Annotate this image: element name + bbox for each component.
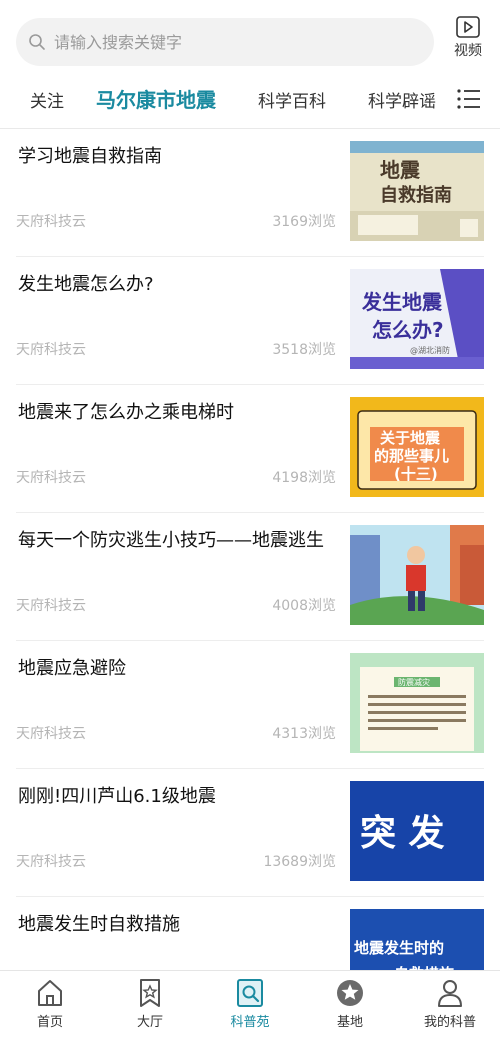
menu-icon[interactable] bbox=[456, 86, 482, 112]
article-source: 天府科技云 bbox=[16, 214, 86, 230]
thumb-text: (十三) bbox=[394, 465, 438, 483]
list-item[interactable]: 学习地震自救指南 天府科技云 3169浏览 地震 自救指南 bbox=[16, 129, 484, 257]
article-title: 每天一个防灾逃生小技巧——地震逃生 bbox=[18, 530, 324, 551]
list-item[interactable]: 地震应急避险 天府科技云 4313浏览 防震减灾 bbox=[16, 641, 484, 769]
nav-label: 首页 bbox=[36, 1015, 63, 1030]
article-views: 4008浏览 bbox=[272, 598, 336, 614]
article-source: 天府科技云 bbox=[16, 726, 86, 742]
tab-science-rumor[interactable]: 科学辟谣 bbox=[368, 87, 436, 112]
list-item[interactable]: 发生地震怎么办? 天府科技云 3518浏览 发生地震 怎么办? @湖北消防 bbox=[16, 257, 484, 385]
top-bar: 视频 bbox=[0, 0, 500, 72]
article-title: 地震来了怎么办之乘电梯时 bbox=[18, 402, 234, 423]
article-views: 3169浏览 bbox=[272, 214, 336, 230]
star-circle-icon bbox=[337, 980, 363, 1006]
article-source: 天府科技云 bbox=[16, 854, 86, 870]
article-title: 学习地震自救指南 bbox=[18, 146, 162, 167]
nav-label: 科普苑 bbox=[230, 1015, 270, 1030]
thumb-text: @湖北消防 bbox=[410, 345, 450, 355]
article-thumbnail: 关于地震 的那些事儿 (十三) bbox=[350, 397, 484, 497]
article-thumbnail: 发生地震 怎么办? @湖北消防 bbox=[350, 269, 484, 369]
nav-label: 基地 bbox=[336, 1015, 363, 1030]
tab-science-encyclopedia[interactable]: 科学百科 bbox=[258, 87, 326, 112]
nav-my-science[interactable]: 我的科普 bbox=[410, 977, 490, 1039]
nav-hall[interactable]: 大厅 bbox=[110, 977, 190, 1039]
search-icon bbox=[28, 33, 46, 51]
article-thumbnail: 防震减灾 bbox=[350, 653, 484, 753]
article-source: 天府科技云 bbox=[16, 470, 86, 486]
nav-label: 我的科普 bbox=[423, 1015, 476, 1030]
home-icon bbox=[38, 980, 62, 1006]
article-thumbnail bbox=[350, 525, 484, 625]
nav-label: 大厅 bbox=[136, 1015, 163, 1030]
thumb-text: 防震减灾 bbox=[398, 677, 430, 687]
thumb-text: 突 发 bbox=[360, 813, 445, 854]
thumb-text: 地震发生时的 bbox=[354, 939, 444, 957]
article-source: 天府科技云 bbox=[16, 342, 86, 358]
list-item[interactable]: 刚刚!四川芦山6.1级地震 天府科技云 13689浏览 突 发 bbox=[16, 769, 484, 897]
article-title: 发生地震怎么办? bbox=[18, 274, 154, 295]
category-tabs: 关注 马尔康市地震 科学百科 科学辟谣 bbox=[0, 72, 500, 129]
tab-markang-earthquake[interactable]: 马尔康市地震 bbox=[96, 84, 216, 113]
search-input[interactable] bbox=[52, 31, 416, 53]
article-title: 地震发生时自救措施 bbox=[18, 914, 180, 935]
video-label: 视频 bbox=[454, 43, 482, 59]
thumb-text: 的那些事儿 bbox=[374, 447, 449, 465]
user-icon bbox=[438, 980, 462, 1007]
thumb-text: 发生地震 bbox=[361, 290, 443, 314]
bookmark-star-icon bbox=[140, 979, 160, 1007]
thumb-text: 地震 bbox=[380, 158, 421, 182]
video-play-icon bbox=[456, 16, 480, 38]
article-thumbnail: 突 发 bbox=[350, 781, 484, 881]
list-item[interactable]: 地震来了怎么办之乘电梯时 天府科技云 4198浏览 关于地震 的那些事儿 (十三… bbox=[16, 385, 484, 513]
article-views: 4313浏览 bbox=[272, 726, 336, 742]
book-search-icon bbox=[237, 979, 263, 1007]
nav-home[interactable]: 首页 bbox=[10, 977, 90, 1039]
tab-follow[interactable]: 关注 bbox=[30, 87, 64, 112]
search-bar[interactable] bbox=[16, 18, 434, 66]
article-title: 刚刚!四川芦山6.1级地震 bbox=[18, 786, 216, 807]
thumb-text: 怎么办? bbox=[372, 318, 444, 342]
article-source: 天府科技云 bbox=[16, 598, 86, 614]
list-item[interactable]: 每天一个防灾逃生小技巧——地震逃生 天府科技云 4008浏览 bbox=[16, 513, 484, 641]
thumb-text: 自救指南 bbox=[380, 184, 452, 206]
article-thumbnail: 地震 自救指南 bbox=[350, 141, 484, 241]
thumb-text: 关于地震 bbox=[380, 429, 441, 447]
video-button[interactable]: 视频 bbox=[448, 16, 488, 64]
nav-science-garden[interactable]: 科普苑 bbox=[210, 977, 290, 1039]
nav-base[interactable]: 基地 bbox=[310, 977, 390, 1039]
article-views: 4198浏览 bbox=[272, 470, 336, 486]
article-views: 13689浏览 bbox=[263, 854, 336, 870]
bottom-nav: 首页 大厅 科普苑 基地 我的科普 bbox=[0, 970, 500, 1043]
article-views: 3518浏览 bbox=[272, 342, 336, 358]
article-title: 地震应急避险 bbox=[18, 658, 126, 679]
